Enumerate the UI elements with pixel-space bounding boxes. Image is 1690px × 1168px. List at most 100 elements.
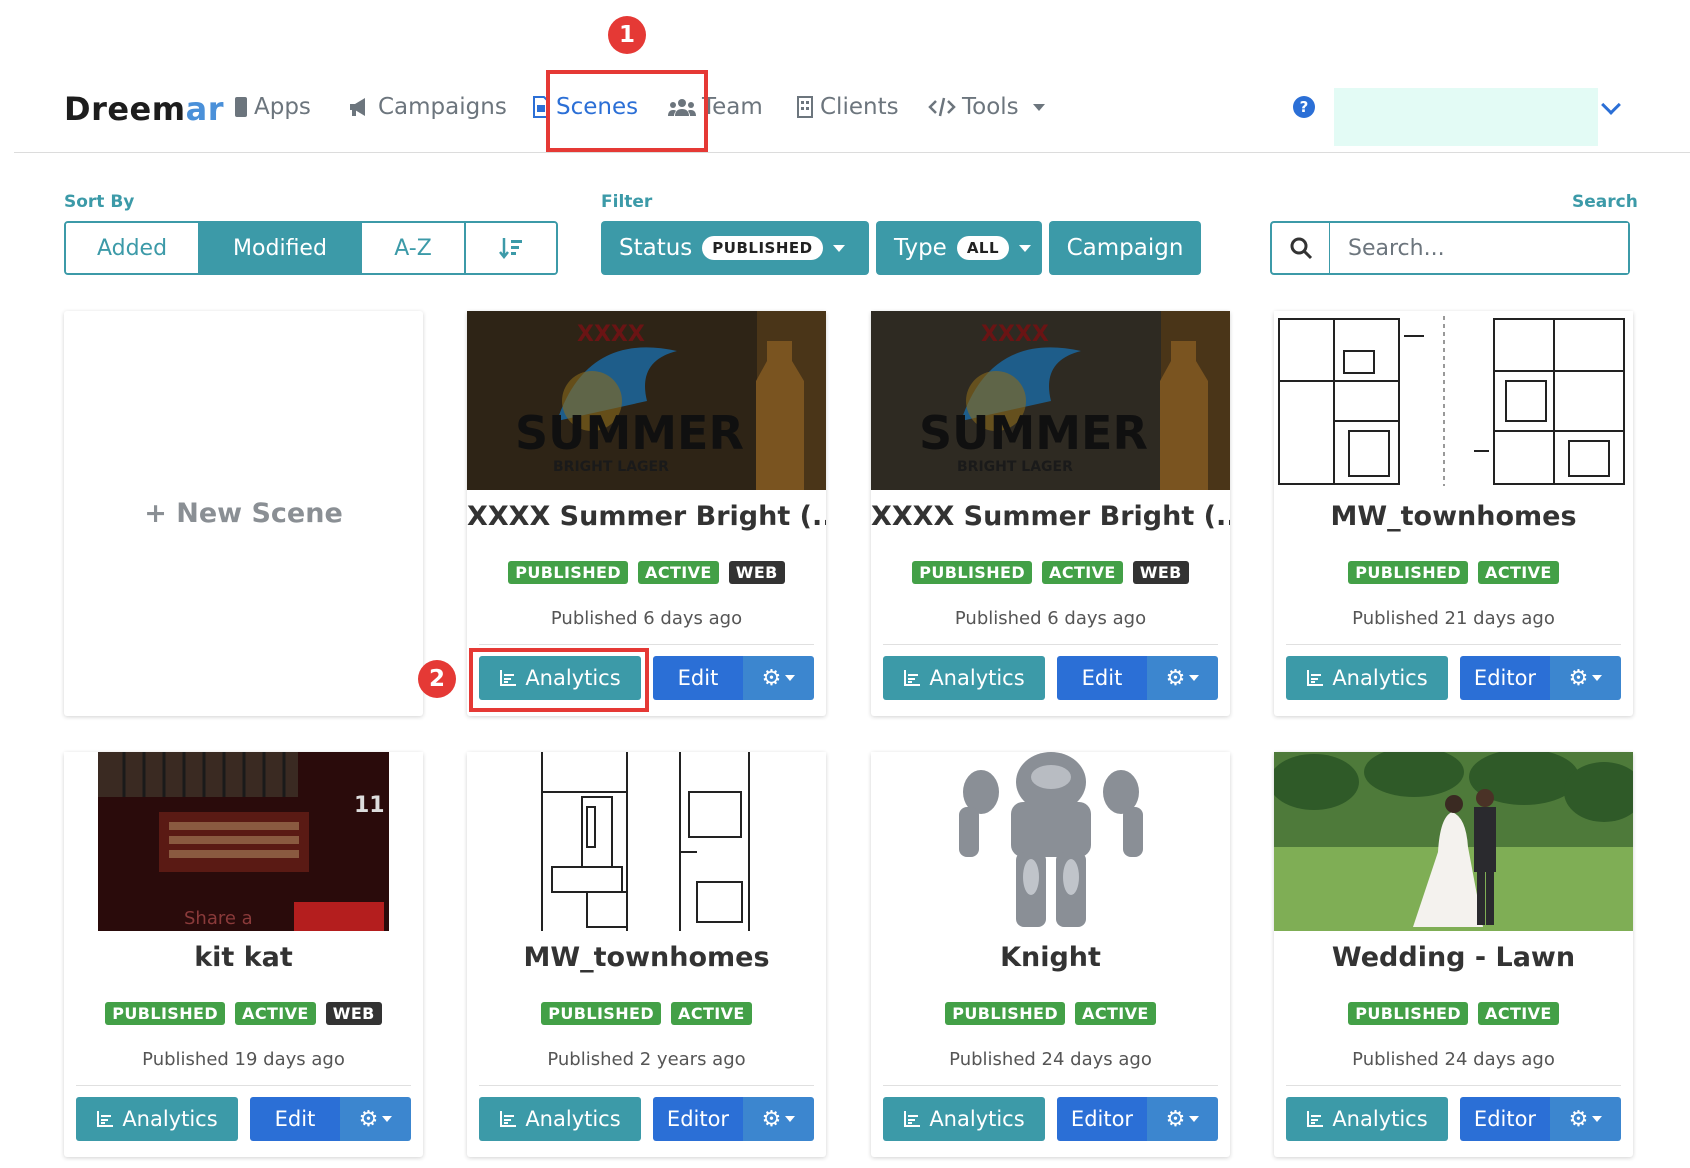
settings-dropdown-button[interactable]: ⚙	[1550, 1097, 1621, 1141]
scene-title[interactable]: MW_townhomes	[1274, 501, 1633, 532]
published-date: Published 24 days ago	[949, 1049, 1152, 1070]
scene-thumbnail[interactable]: XXXX SUMMER BRIGHT LAGER	[871, 311, 1230, 490]
sort-added-button[interactable]: Added	[66, 223, 200, 273]
analytics-button[interactable]: Analytics	[1286, 1097, 1448, 1141]
analytics-button[interactable]: Analytics	[883, 656, 1045, 700]
settings-dropdown-button[interactable]: ⚙	[1550, 656, 1621, 700]
chevron-down-icon	[382, 1116, 393, 1122]
help-icon[interactable]: ?	[1293, 96, 1315, 118]
edit-button[interactable]: Edit	[250, 1097, 340, 1141]
scene-card: XXXX SUMMER BRIGHT LAGER XXXX Summer Bri…	[871, 311, 1230, 716]
editor-button[interactable]: Editor	[1460, 656, 1550, 700]
scene-title[interactable]: Knight	[871, 942, 1230, 973]
filter-label: Filter	[601, 192, 653, 212]
annotation-number-2: 2	[418, 660, 456, 698]
search-input[interactable]	[1330, 223, 1628, 273]
editor-button[interactable]: Editor	[653, 1097, 743, 1141]
analytics-button-label: Analytics	[122, 1107, 218, 1131]
nav-clients-label: Clients	[820, 94, 899, 120]
type-filter-button[interactable]: Type ALL	[876, 221, 1042, 275]
scene-thumbnail[interactable]	[871, 752, 1230, 931]
scene-title[interactable]: MW_townhomes	[467, 942, 826, 973]
analytics-button[interactable]: Analytics	[76, 1097, 238, 1141]
gear-icon: ⚙	[1568, 1106, 1589, 1132]
badge-row: PUBLISHED ACTIVE	[871, 1002, 1230, 1025]
top-navbar: Dreemar Apps Campaigns Scenes Team Clien…	[14, 60, 1690, 153]
new-scene-card[interactable]: + New Scene	[64, 311, 423, 716]
badge-row: PUBLISHED ACTIVE	[1274, 561, 1633, 584]
status-badge: ACTIVE	[671, 1002, 752, 1025]
settings-dropdown-button[interactable]: ⚙	[743, 1097, 814, 1141]
status-badge: PUBLISHED	[1348, 1002, 1469, 1025]
sort-az-button[interactable]: A-Z	[362, 223, 466, 273]
scene-title[interactable]: XXXX Summer Bright (...	[467, 501, 826, 532]
status-filter-button[interactable]: Status PUBLISHED	[601, 221, 869, 275]
status-badge: ACTIVE	[235, 1002, 316, 1025]
scene-title[interactable]: XXXX Summer Bright (...	[871, 501, 1230, 532]
status-badge: PUBLISHED	[945, 1002, 1066, 1025]
edit-button[interactable]: Edit	[653, 656, 743, 700]
megaphone-icon	[350, 98, 365, 116]
brand-accent: ar	[185, 90, 224, 128]
published-date: Published 6 days ago	[550, 608, 743, 629]
scene-thumbnail[interactable]: XXXX SUMMER BRIGHT LAGER	[467, 311, 826, 490]
published-date: Published 2 years ago	[547, 1049, 746, 1070]
search-label: Search	[1572, 192, 1638, 212]
thumbnail-share-text: Share a	[184, 908, 253, 929]
search-box	[1270, 221, 1630, 275]
scene-thumbnail[interactable]	[467, 752, 826, 931]
scene-card: 11 Share a kit kat PUBLISHED ACTIVE WEB …	[64, 752, 423, 1157]
nav-team-label: Team	[702, 94, 763, 120]
settings-dropdown-button[interactable]: ⚙	[1147, 656, 1218, 700]
scene-title[interactable]: kit kat	[64, 942, 423, 973]
sort-by-label: Sort By	[64, 192, 135, 212]
annotation-box-scenes	[546, 70, 708, 152]
nav-clients[interactable]: Clients	[796, 94, 899, 120]
divider	[883, 644, 1218, 645]
card-actions: Analytics Edit ⚙	[76, 1097, 411, 1141]
gear-icon: ⚙	[761, 1106, 782, 1132]
gear-icon: ⚙	[1165, 1106, 1186, 1132]
badge-row: PUBLISHED ACTIVE	[467, 1002, 826, 1025]
sort-modified-button[interactable]: Modified	[200, 223, 362, 273]
chevron-down-icon[interactable]	[1601, 95, 1621, 115]
brand-logo[interactable]: Dreemar	[64, 90, 224, 128]
status-badge: WEB	[728, 561, 785, 584]
annotation-box-analytics	[469, 648, 649, 712]
chart-icon	[97, 1111, 114, 1127]
code-icon	[928, 97, 956, 117]
divider	[1286, 644, 1621, 645]
analytics-button-label: Analytics	[1332, 1107, 1428, 1131]
scene-thumbnail[interactable]: 11 Share a	[64, 752, 423, 931]
user-menu[interactable]	[1334, 88, 1598, 146]
sort-direction-button[interactable]	[466, 223, 556, 273]
scene-card: Knight PUBLISHED ACTIVE Published 24 day…	[871, 752, 1230, 1157]
scene-thumbnail[interactable]	[1274, 752, 1633, 931]
status-badge: PUBLISHED	[1348, 561, 1469, 584]
settings-dropdown-button[interactable]: ⚙	[340, 1097, 411, 1141]
editor-button[interactable]: Editor	[1460, 1097, 1550, 1141]
analytics-button[interactable]: Analytics	[479, 1097, 641, 1141]
brand-main: Dreem	[64, 90, 186, 128]
nav-apps[interactable]: Apps	[234, 94, 311, 120]
edit-button[interactable]: Edit	[1057, 656, 1147, 700]
chevron-down-icon	[785, 1116, 796, 1122]
campaign-filter-button[interactable]: Campaign	[1049, 221, 1201, 275]
scene-title[interactable]: Wedding - Lawn	[1274, 942, 1633, 973]
gear-icon: ⚙	[761, 665, 782, 691]
settings-dropdown-button[interactable]: ⚙	[1147, 1097, 1218, 1141]
analytics-button[interactable]: Analytics	[1286, 656, 1448, 700]
status-badge: ACTIVE	[638, 561, 719, 584]
sort-descending-icon	[499, 238, 522, 260]
scene-thumbnail[interactable]	[1274, 311, 1633, 490]
nav-tools[interactable]: Tools	[928, 94, 1045, 120]
type-filter-value: ALL	[956, 236, 1010, 260]
editor-button[interactable]: Editor	[1057, 1097, 1147, 1141]
chevron-down-icon	[832, 244, 845, 252]
search-icon[interactable]	[1272, 223, 1330, 273]
analytics-button[interactable]: Analytics	[883, 1097, 1045, 1141]
chevron-down-icon	[785, 675, 796, 681]
status-badge: PUBLISHED	[912, 561, 1033, 584]
settings-dropdown-button[interactable]: ⚙	[743, 656, 814, 700]
nav-campaigns[interactable]: Campaigns	[348, 94, 507, 120]
